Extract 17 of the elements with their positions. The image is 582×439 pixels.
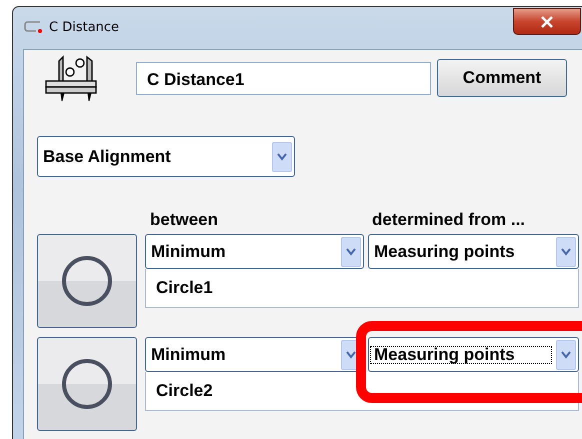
element-button[interactable] <box>37 234 137 328</box>
source-dropdown[interactable]: Measuring points <box>368 234 579 269</box>
app-icon <box>24 20 44 34</box>
circle-icon <box>60 254 114 308</box>
source-dropdown[interactable]: Measuring points <box>368 337 579 372</box>
element-button[interactable] <box>37 337 137 431</box>
close-icon <box>539 16 555 28</box>
name-field[interactable]: C Distance1 <box>136 62 431 94</box>
element-name: Circle1 <box>145 269 579 308</box>
window-title: C Distance <box>49 20 120 34</box>
column-header: between <box>150 210 220 231</box>
comment-button[interactable]: Comment <box>437 59 567 97</box>
circle-icon <box>60 357 114 411</box>
alignment-dropdown[interactable]: Base Alignment <box>37 136 295 177</box>
column-header: determined from ... <box>372 210 526 231</box>
mode-dropdown[interactable]: Minimum <box>145 234 364 269</box>
close-button[interactable] <box>513 8 581 35</box>
